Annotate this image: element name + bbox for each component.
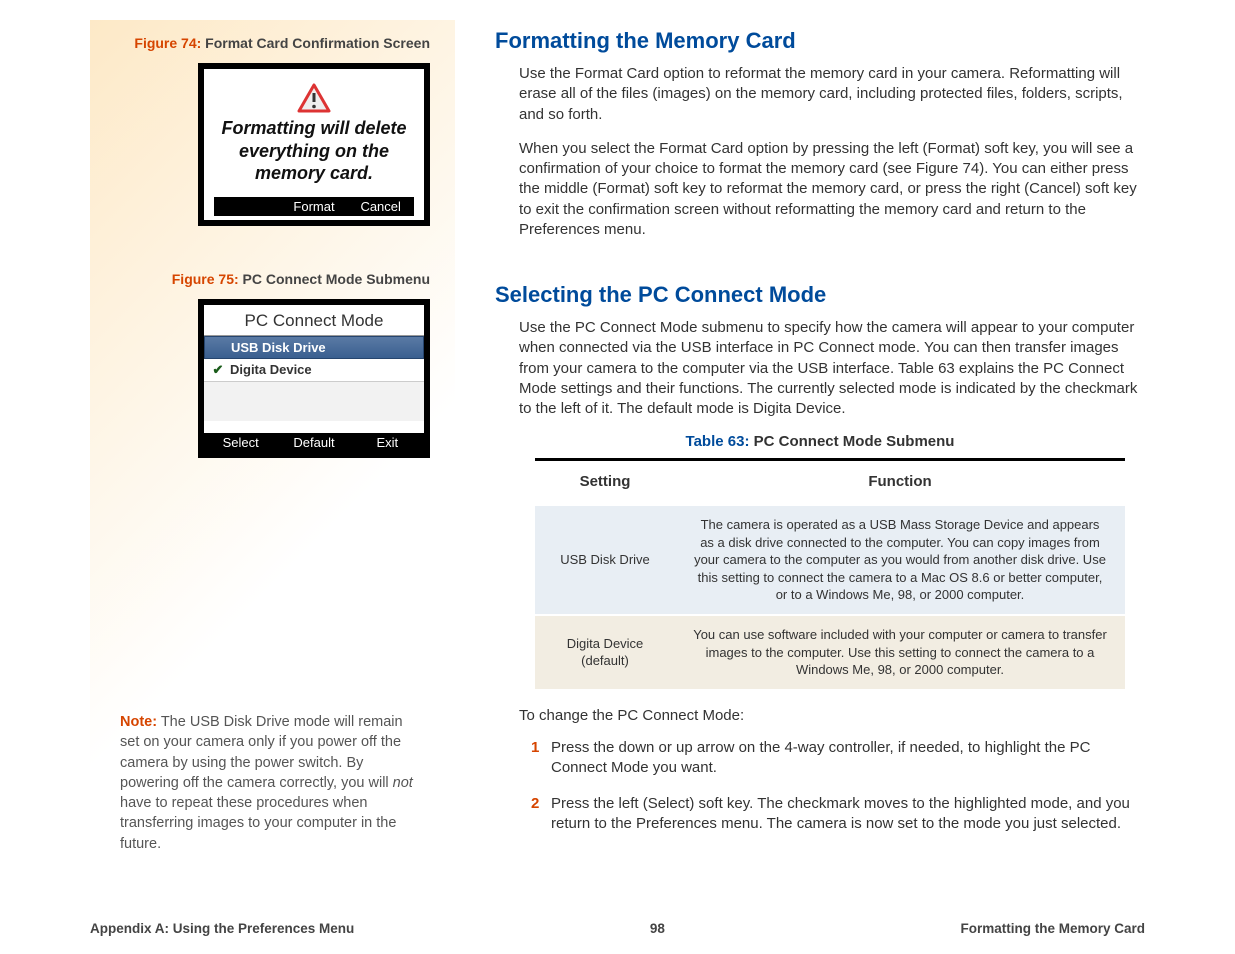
step-text: Press the left (Select) soft key. The ch… [551,794,1145,835]
menu-row-usb-disk-drive: USB Disk Drive [204,336,424,359]
warning-triangle-icon [214,83,414,113]
table-header-row: Setting Function [535,460,1125,506]
cell-function-usb: The camera is operated as a USB Mass Sto… [675,505,1125,615]
figure-75-lcd-inner: PC Connect Mode USB Disk Drive ✔ Digita … [204,305,424,452]
figure-74-softkey-bar: Format Cancel [214,195,414,216]
heading-pc-connect-mode: Selecting the PC Connect Mode [495,282,1145,308]
note-text-b: have to repeat these procedures when tra… [120,795,396,852]
softkey-select: Select [204,435,277,450]
footer-left: Appendix A: Using the Preferences Menu [90,921,354,936]
para-format-intro: Use the Format Card option to reformat t… [519,64,1145,125]
cell-function-digita: You can use software included with your … [675,615,1125,689]
table-header-setting: Setting [535,460,675,506]
pc-connect-mode-table: Setting Function USB Disk Drive The came… [535,458,1125,688]
figure-75-caption: Figure 75: PC Connect Mode Submenu [120,271,430,287]
step-number: 2 [531,794,551,835]
table-row: Digita Device (default) You can use soft… [535,615,1125,689]
checkmark-icon: ✔ [206,362,230,378]
footer-right: Formatting the Memory Card [960,921,1145,936]
section-gap [495,254,1145,282]
figure-74-number: Figure 74: [134,35,201,51]
figure-74-caption: Figure 74: Format Card Confirmation Scre… [120,35,430,51]
footer-page-number: 98 [650,921,665,936]
pc-connect-mode-title: PC Connect Mode [204,305,424,336]
main-column: Formatting the Memory Card Use the Forma… [455,20,1145,904]
note-text-a: The USB Disk Drive mode will remain set … [120,714,403,791]
menu-row-usb-label: USB Disk Drive [231,340,326,355]
softkey-format: Format [281,199,348,214]
table-header-function: Function [675,460,1125,506]
table-63-caption: Table 63: PC Connect Mode Submenu [495,433,1145,450]
table-row: USB Disk Drive The camera is operated as… [535,505,1125,615]
para-pc-connect-intro: Use the PC Connect Mode submenu to speci… [519,318,1145,419]
softkey-cancel: Cancel [347,199,414,214]
figure-74-message: Formatting will delete everything on the… [214,117,414,185]
manual-page: Figure 74: Format Card Confirmation Scre… [0,0,1235,954]
sidebar-column: Figure 74: Format Card Confirmation Scre… [90,20,455,904]
para-format-confirmation: When you select the Format Card option b… [519,139,1145,240]
figure-74-lcd-inner: Formatting will delete everything on the… [204,69,424,220]
figure-74-block: Figure 74: Format Card Confirmation Scre… [120,35,430,226]
menu-row-digita-device: ✔ Digita Device [204,359,424,381]
heading-formatting-memory-card: Formatting the Memory Card [495,28,1145,54]
softkey-default: Default [277,435,350,450]
menu-empty-area [204,381,424,421]
change-mode-lead: To change the PC Connect Mode: [519,707,1145,724]
figure-75-lcd: PC Connect Mode USB Disk Drive ✔ Digita … [198,299,430,458]
step-text: Press the down or up arrow on the 4-way … [551,738,1145,779]
figure-75-number: Figure 75: [172,271,239,287]
note-em-not: not [393,775,413,791]
figure-75-title: PC Connect Mode Submenu [239,271,430,287]
menu-row-digita-label: Digita Device [230,362,312,377]
note-label: Note: [120,714,157,730]
softkey-exit: Exit [351,435,424,450]
figure-74-title: Format Card Confirmation Screen [201,35,430,51]
steps-list: 1 Press the down or up arrow on the 4-wa… [531,738,1145,835]
table-63-title: PC Connect Mode Submenu [749,433,954,450]
figure-75-softkey-bar: Select Default Exit [204,431,424,452]
cell-setting-digita: Digita Device (default) [535,615,675,689]
step-item: 1 Press the down or up arrow on the 4-wa… [531,738,1145,779]
sidebar-note: Note: The USB Disk Drive mode will remai… [120,712,430,884]
figure-74-lcd: Formatting will delete everything on the… [198,63,430,226]
softkey-left-blank [214,199,281,214]
figure-75-block: Figure 75: PC Connect Mode Submenu PC Co… [120,271,430,458]
step-item: 2 Press the left (Select) soft key. The … [531,794,1145,835]
page-footer: Appendix A: Using the Preferences Menu 9… [90,921,1145,936]
cell-setting-usb: USB Disk Drive [535,505,675,615]
step-number: 1 [531,738,551,779]
table-63-number: Table 63: [686,433,750,450]
